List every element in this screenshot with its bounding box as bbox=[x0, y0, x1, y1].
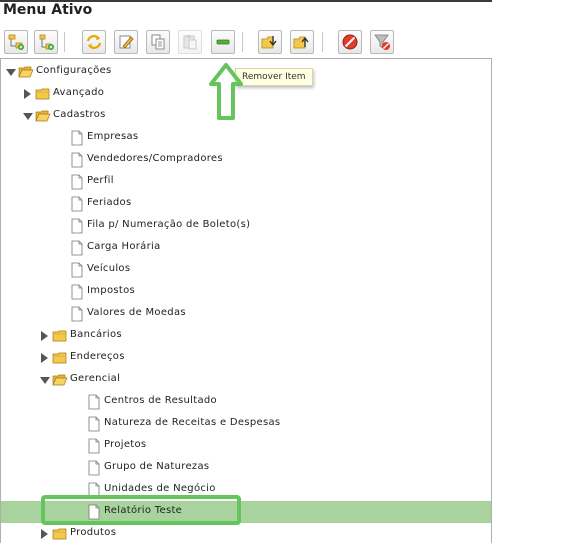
tree-item-row[interactable]: Grupo de Naturezas bbox=[1, 457, 491, 479]
refresh-button[interactable] bbox=[82, 30, 106, 54]
remove-item-button[interactable] bbox=[211, 30, 235, 54]
expand-arrow-down-icon[interactable] bbox=[40, 377, 50, 384]
expand-arrow-down-icon[interactable] bbox=[23, 113, 33, 120]
tree-item-row[interactable]: Empresas bbox=[1, 127, 491, 149]
document-icon bbox=[86, 460, 102, 476]
tree-item-label: Grupo de Naturezas bbox=[104, 461, 210, 472]
document-icon bbox=[69, 262, 85, 278]
funnel-clear-icon bbox=[374, 34, 390, 50]
document-icon bbox=[86, 394, 102, 410]
cancel-button[interactable] bbox=[338, 30, 362, 54]
tree-item-label: Fila p/ Numeração de Boleto(s) bbox=[87, 219, 251, 230]
annotation-highlight-box bbox=[41, 495, 241, 525]
tree-item-label: Feriados bbox=[87, 197, 132, 208]
expand-arrow-down-icon[interactable] bbox=[6, 69, 16, 76]
move-down-button[interactable] bbox=[258, 30, 282, 54]
annotation-arrow-icon bbox=[209, 63, 243, 120]
edit-button[interactable] bbox=[114, 30, 138, 54]
document-icon bbox=[69, 218, 85, 234]
tree-item-label: Bancários bbox=[70, 329, 122, 340]
document-icon bbox=[86, 416, 102, 432]
tree-item-row[interactable]: Valores de Moedas bbox=[1, 303, 491, 325]
folder-open-icon bbox=[18, 64, 34, 80]
document-icon bbox=[69, 130, 85, 146]
tree-item-label: Produtos bbox=[70, 527, 117, 538]
tree-item-label: Vendedores/Compradores bbox=[87, 153, 223, 164]
tree-item-label: Veículos bbox=[87, 263, 131, 274]
tree-item-label: Empresas bbox=[87, 131, 139, 142]
document-icon bbox=[69, 152, 85, 168]
copy-button[interactable] bbox=[146, 30, 170, 54]
paste-button[interactable] bbox=[178, 30, 202, 54]
document-icon bbox=[69, 306, 85, 322]
tree-add-child-icon bbox=[39, 34, 54, 50]
folder-open-icon bbox=[35, 108, 51, 124]
tree-folder-row[interactable]: Cadastros bbox=[1, 105, 491, 127]
tree-item-label: Perfil bbox=[87, 175, 114, 186]
tree-folder-row[interactable]: Produtos bbox=[1, 523, 491, 545]
tree-folder-row[interactable]: Bancários bbox=[1, 325, 491, 347]
document-icon bbox=[69, 174, 85, 190]
folder-icon bbox=[52, 328, 68, 344]
expand-arrow-right-icon[interactable] bbox=[41, 331, 48, 341]
tree-item-label: Endereços bbox=[70, 351, 125, 362]
tree-item-label: Carga Horária bbox=[87, 241, 161, 252]
move-up-button[interactable] bbox=[290, 30, 314, 54]
tree-item-row[interactable]: Veículos bbox=[1, 259, 491, 281]
toolbar-separator bbox=[64, 32, 65, 52]
tree-item-label: Configurações bbox=[36, 65, 112, 76]
tree-item-label: Avançado bbox=[53, 87, 105, 98]
tree-item-row[interactable]: Perfil bbox=[1, 171, 491, 193]
stop-icon bbox=[342, 34, 358, 50]
folder-icon bbox=[52, 526, 68, 542]
folder-icon bbox=[35, 86, 51, 102]
tree-item-row[interactable]: Natureza de Receitas e Despesas bbox=[1, 413, 491, 435]
tree-item-label: Cadastros bbox=[53, 109, 106, 120]
add-root-button[interactable] bbox=[4, 30, 28, 54]
toolbar-separator bbox=[242, 32, 243, 52]
clear-filter-button[interactable] bbox=[370, 30, 394, 54]
tree-item-label: Unidades de Negócio bbox=[104, 483, 216, 494]
toolbar-separator bbox=[322, 32, 323, 52]
tree-folder-row[interactable]: Avançado bbox=[1, 83, 491, 105]
window-title: Menu Ativo bbox=[3, 2, 93, 18]
copy-icon bbox=[151, 34, 165, 50]
tree-item-row[interactable]: Feriados bbox=[1, 193, 491, 215]
tree-folder-row[interactable]: Gerencial bbox=[1, 369, 491, 391]
tree-item-label: Natureza de Receitas e Despesas bbox=[104, 417, 281, 428]
document-icon bbox=[86, 438, 102, 454]
tree-item-label: Projetos bbox=[104, 439, 147, 450]
tree-item-row[interactable]: Impostos bbox=[1, 281, 491, 303]
edit-icon bbox=[119, 35, 134, 49]
tree-item-row[interactable]: Projetos bbox=[1, 435, 491, 457]
document-icon bbox=[69, 196, 85, 212]
tree-item-row[interactable]: Vendedores/Compradores bbox=[1, 149, 491, 171]
folder-icon bbox=[52, 350, 68, 366]
tree-item-row[interactable]: Centros de Resultado bbox=[1, 391, 491, 413]
add-child-button[interactable] bbox=[34, 30, 58, 54]
document-icon bbox=[69, 240, 85, 256]
folder-up-icon bbox=[293, 36, 309, 49]
folder-open-icon bbox=[52, 372, 68, 388]
tree-add-icon bbox=[8, 34, 24, 50]
tree-folder-row[interactable]: Endereços bbox=[1, 347, 491, 369]
expand-arrow-right-icon[interactable] bbox=[41, 529, 48, 539]
tree-item-label: Valores de Moedas bbox=[87, 307, 186, 318]
folder-down-icon bbox=[261, 36, 277, 49]
toolbar bbox=[2, 26, 492, 58]
tree-item-label: Gerencial bbox=[70, 373, 121, 384]
tooltip: Remover Item bbox=[235, 68, 313, 86]
tree-item-row[interactable]: Carga Horária bbox=[1, 237, 491, 259]
tree-panel: Configurações Avançado Cadastros Empresas Ve… bbox=[0, 58, 492, 543]
expand-arrow-right-icon[interactable] bbox=[41, 353, 48, 363]
tree-item-label: Centros de Resultado bbox=[104, 395, 217, 406]
paste-icon bbox=[183, 35, 197, 50]
refresh-icon bbox=[86, 35, 102, 49]
minus-icon bbox=[216, 39, 230, 45]
document-icon bbox=[69, 284, 85, 300]
expand-arrow-right-icon[interactable] bbox=[24, 89, 31, 99]
tree-item-row[interactable]: Fila p/ Numeração de Boleto(s) bbox=[1, 215, 491, 237]
tree-item-label: Impostos bbox=[87, 285, 136, 296]
